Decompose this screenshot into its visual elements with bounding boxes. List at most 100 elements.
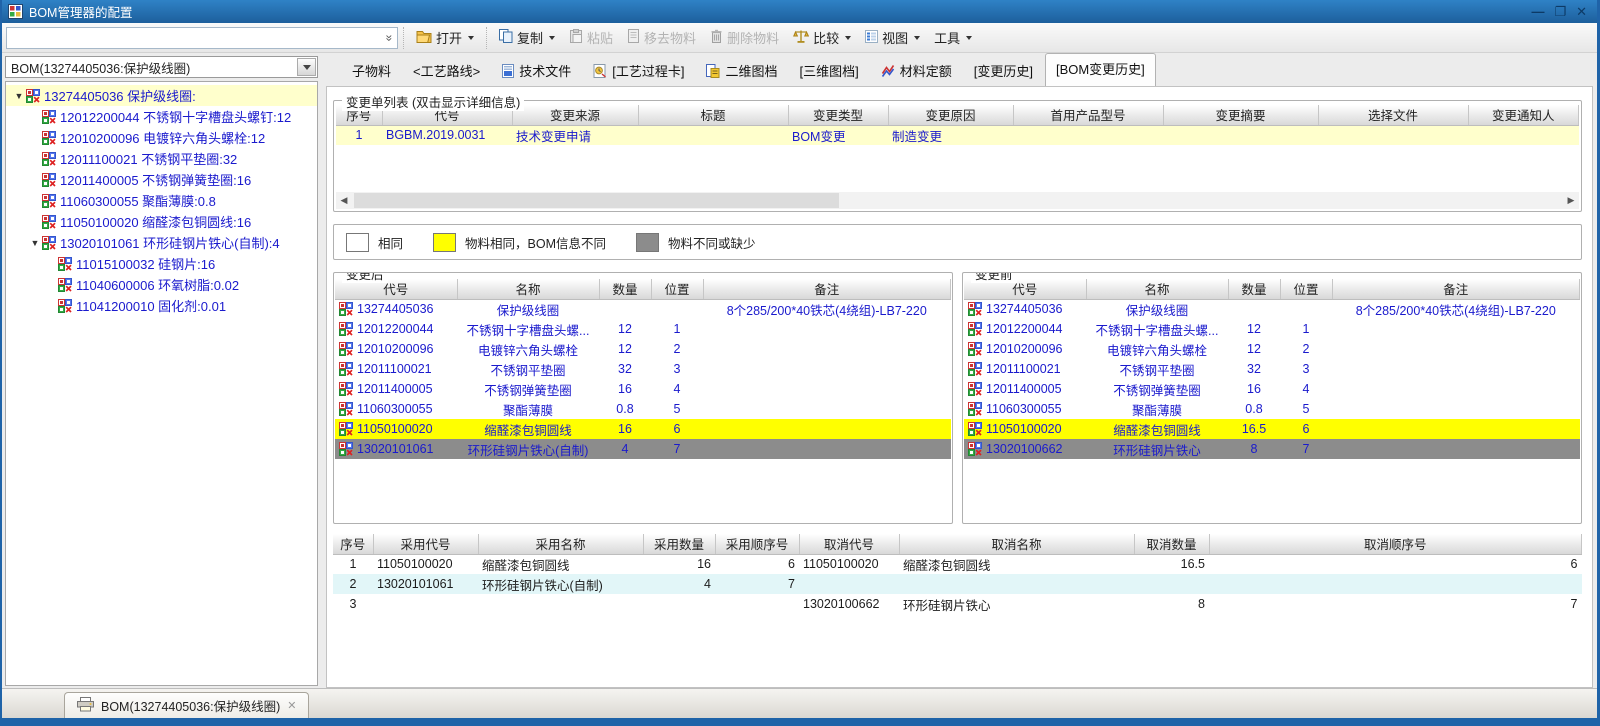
after-change-table[interactable]: 代号名称数量位置备注 13274405036保护级线圈8个285/200*40铁… <box>335 279 951 459</box>
material-row[interactable]: 11050100020缩醛漆包铜圆线16.56 <box>964 419 1580 439</box>
material-row[interactable]: 12011400005不锈钢弹簧垫圈164 <box>335 379 951 399</box>
minimize-button[interactable]: — <box>1531 5 1544 18</box>
tree-item[interactable]: ▼ 13020101061 环形硅钢片铁心(自制):4 <box>6 232 317 253</box>
expander-icon[interactable]: ▼ <box>12 91 26 101</box>
tree-item[interactable]: 12011400005 不锈钢弹簧垫圈:16 <box>6 169 317 190</box>
bom-item-icon <box>42 131 56 145</box>
material-row[interactable]: 13274405036保护级线圈8个285/200*40铁芯(4绕组)-LB7-… <box>335 299 951 319</box>
column-header[interactable]: 采用数量 <box>643 534 715 554</box>
summary-row[interactable]: 313020100662环形硅钢片铁心87 <box>333 594 1582 614</box>
tree-item[interactable]: 12012200044 不锈钢十字槽盘头螺钉:12 <box>6 106 317 127</box>
scrollbar-track[interactable] <box>352 192 1563 209</box>
tab-4[interactable]: [工艺过程卡] <box>583 56 694 86</box>
header-row: 代号名称数量位置备注 <box>335 279 951 299</box>
chevrons-icon[interactable]: » <box>383 34 397 41</box>
chevron-down-icon <box>549 36 555 40</box>
tree-item[interactable]: 11060300055 聚酯薄膜:0.8 <box>6 190 317 211</box>
material-row[interactable]: 13274405036保护级线圈8个285/200*40铁芯(4绕组)-LB7-… <box>964 299 1580 319</box>
tab-8[interactable]: [变更历史] <box>964 56 1043 86</box>
material-row[interactable]: 12011400005不锈钢弹簧垫圈164 <box>964 379 1580 399</box>
tab-3[interactable]: 技术文件 <box>492 56 581 86</box>
column-header[interactable]: 采用名称 <box>478 534 643 554</box>
column-header[interactable]: 变更原因 <box>888 105 1013 125</box>
scrollbar-thumb[interactable] <box>354 193 839 208</box>
tab-7[interactable]: 材料定额 <box>871 56 962 86</box>
change-summary-table[interactable]: 序号采用代号采用名称采用数量采用顺序号取消代号取消名称取消数量取消顺序号1110… <box>333 534 1582 614</box>
change-order-row[interactable]: 1BGBM.2019.0031技术变更申请BOM变更制造变更 <box>336 125 1579 145</box>
tab-9[interactable]: [BOM变更历史] <box>1045 53 1156 86</box>
horizontal-scrollbar[interactable]: ◀ ▶ <box>336 192 1579 209</box>
tab-label: 技术文件 <box>519 61 571 80</box>
view-button[interactable]: 视图 <box>858 25 927 50</box>
column-header[interactable]: 变更类型 <box>788 105 888 125</box>
column-header[interactable]: 取消数量 <box>1134 534 1209 554</box>
column-header[interactable]: 序号 <box>333 534 373 554</box>
material-row[interactable]: 11060300055聚酯薄膜0.85 <box>335 399 951 419</box>
open-button[interactable]: 打开 <box>409 25 481 50</box>
material-row[interactable]: 11050100020缩醛漆包铜圆线166 <box>335 419 951 439</box>
tree-item[interactable]: 12011100021 不锈钢平垫圈:32 <box>6 148 317 169</box>
expander-icon[interactable]: ▼ <box>28 238 42 248</box>
column-header[interactable]: 首用产品型号 <box>1013 105 1163 125</box>
material-row[interactable]: 12011100021不锈钢平垫圈323 <box>964 359 1580 379</box>
material-row[interactable]: 12010200096电镀锌六角头螺栓122 <box>335 339 951 359</box>
combo-dropdown-button[interactable] <box>297 58 316 76</box>
tab-2[interactable]: <工艺路线> <box>403 56 490 86</box>
toolbar-search-combo[interactable]: » <box>6 27 398 49</box>
material-row[interactable]: 12012200044不锈钢十字槽盘头螺...121 <box>335 319 951 339</box>
material-row[interactable]: 13020101061环形硅钢片铁心(自制)47 <box>335 439 951 459</box>
column-header[interactable]: 名称 <box>457 279 599 299</box>
column-header[interactable]: 标题 <box>638 105 788 125</box>
column-header[interactable]: 取消顺序号 <box>1209 534 1582 554</box>
column-header[interactable]: 选择文件 <box>1318 105 1468 125</box>
bom-selector-combo[interactable]: BOM(13274405036:保护级线圈) <box>5 56 318 78</box>
column-header[interactable]: 备注 <box>1332 279 1580 299</box>
compare-button[interactable]: 比较 <box>786 25 858 50</box>
material-row[interactable]: 12011100021不锈钢平垫圈323 <box>335 359 951 379</box>
material-row[interactable]: 13020100662环形硅钢片铁心87 <box>964 439 1580 459</box>
document-tab[interactable]: BOM(13274405036:保护级线圈) ✕ <box>64 692 309 718</box>
tree-item[interactable]: 11040600006 环氧树脂:0.02 <box>6 274 317 295</box>
column-header[interactable]: 位置 <box>1280 279 1332 299</box>
tree-item[interactable]: ▼ 13274405036 保护级线圈: <box>6 85 317 106</box>
scroll-left-icon[interactable]: ◀ <box>336 193 352 209</box>
column-header[interactable]: 数量 <box>599 279 651 299</box>
column-header[interactable]: 变更摘要 <box>1163 105 1318 125</box>
column-header[interactable]: 变更通知人 <box>1468 105 1579 125</box>
column-header[interactable]: 备注 <box>703 279 951 299</box>
after-change-title: 变更后 <box>342 272 388 283</box>
column-header[interactable]: 变更来源 <box>512 105 638 125</box>
tree-item[interactable]: 11050100020 缩醛漆包铜圆线:16 <box>6 211 317 232</box>
material-row[interactable]: 11060300055聚酯薄膜0.85 <box>964 399 1580 419</box>
cell-name: 环形硅钢片铁心 <box>1086 439 1228 459</box>
change-order-table[interactable]: 序号代号变更来源标题变更类型变更原因首用产品型号变更摘要选择文件变更通知人1BG… <box>336 105 1579 145</box>
close-tab-icon[interactable]: ✕ <box>287 699 296 712</box>
maximize-button[interactable]: ❐ <box>1554 5 1566 18</box>
tree-item[interactable]: 12010200096 电镀锌六角头螺栓:12 <box>6 127 317 148</box>
column-header[interactable]: 采用顺序号 <box>715 534 799 554</box>
close-button[interactable]: ✕ <box>1576 5 1587 18</box>
tab-6[interactable]: [三维图档] <box>789 56 868 86</box>
tree-item[interactable]: 11041200010 固化剂:0.01 <box>6 295 317 316</box>
copy-button[interactable]: 复制 <box>492 25 562 50</box>
tools-button[interactable]: 工具 <box>927 25 979 50</box>
tab-1[interactable]: 子物料 <box>342 56 401 86</box>
column-header[interactable]: 数量 <box>1228 279 1280 299</box>
column-header[interactable]: 采用代号 <box>373 534 478 554</box>
scroll-right-icon[interactable]: ▶ <box>1563 193 1579 209</box>
remove-page-icon <box>627 29 640 46</box>
column-header[interactable]: 取消代号 <box>799 534 899 554</box>
column-header[interactable]: 名称 <box>1086 279 1228 299</box>
summary-row[interactable]: 111050100020缩醛漆包铜圆线16611050100020缩醛漆包铜圆线… <box>333 554 1582 574</box>
summary-row[interactable]: 213020101061环形硅钢片铁心(自制)47 <box>333 574 1582 594</box>
material-row[interactable]: 12010200096电镀锌六角头螺栓122 <box>964 339 1580 359</box>
bom-item-icon <box>339 362 353 376</box>
tab-5[interactable]: 二维图档 <box>696 56 787 86</box>
trash-icon <box>710 29 723 46</box>
cell-qty: 12 <box>1228 319 1280 339</box>
column-header[interactable]: 位置 <box>651 279 703 299</box>
tree-item[interactable]: 11015100032 硅钢片:16 <box>6 253 317 274</box>
column-header[interactable]: 取消名称 <box>899 534 1134 554</box>
before-change-table[interactable]: 代号名称数量位置备注 13274405036保护级线圈8个285/200*40铁… <box>964 279 1580 459</box>
material-row[interactable]: 12012200044不锈钢十字槽盘头螺...121 <box>964 319 1580 339</box>
